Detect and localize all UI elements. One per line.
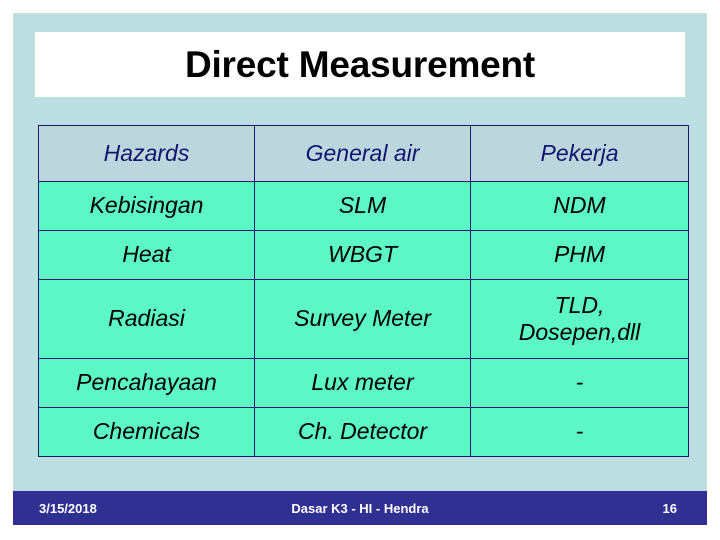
cell-general-air: Survey Meter <box>254 279 471 359</box>
table-row: Radiasi Survey Meter TLD, Dosepen,dll <box>38 279 689 359</box>
table-row: Heat WBGT PHM <box>38 230 689 280</box>
column-header-pekerja: Pekerja <box>470 125 689 182</box>
footer-page-number: 16 <box>662 500 677 516</box>
cell-pekerja: NDM <box>470 181 689 231</box>
measurement-table: Hazards General air Pekerja Kebisingan S… <box>38 125 689 457</box>
cell-general-air: Lux meter <box>254 358 471 408</box>
table-row: Chemicals Ch. Detector - <box>38 407 689 457</box>
cell-hazard: Heat <box>38 230 255 280</box>
slide-footer: 3/15/2018 Dasar K3 - HI - Hendra 16 <box>13 491 707 525</box>
cell-hazard: Chemicals <box>38 407 255 457</box>
cell-pekerja: TLD, Dosepen,dll <box>470 279 689 359</box>
cell-pekerja-line-2: Dosepen,dll <box>518 319 641 345</box>
table-row: Kebisingan SLM NDM <box>38 181 689 231</box>
cell-general-air: Ch. Detector <box>254 407 471 457</box>
column-header-hazards: Hazards <box>38 125 255 182</box>
table-row: Pencahayaan Lux meter - <box>38 358 689 408</box>
cell-pekerja: PHM <box>470 230 689 280</box>
cell-hazard: Radiasi <box>38 279 255 359</box>
table-body: Kebisingan SLM NDM Heat WBGT PHM Radiasi… <box>38 181 689 457</box>
cell-general-air: WBGT <box>254 230 471 280</box>
slide: Direct Measurement Hazards General air P… <box>0 0 720 540</box>
page-title: Direct Measurement <box>184 43 536 85</box>
cell-hazard: Pencahayaan <box>38 358 255 408</box>
cell-pekerja: - <box>470 358 689 408</box>
cell-general-air: SLM <box>254 181 471 231</box>
table-header-row: Hazards General air Pekerja <box>38 125 689 182</box>
cell-hazard: Kebisingan <box>38 181 255 231</box>
cell-pekerja-line-1: TLD, <box>554 291 605 318</box>
footer-course-label: Dasar K3 - HI - Hendra <box>291 500 429 516</box>
cell-pekerja: - <box>470 407 689 457</box>
table-header: Hazards General air Pekerja <box>38 125 689 182</box>
column-header-general-air: General air <box>254 125 471 182</box>
measurement-table-container: Hazards General air Pekerja Kebisingan S… <box>38 125 689 457</box>
